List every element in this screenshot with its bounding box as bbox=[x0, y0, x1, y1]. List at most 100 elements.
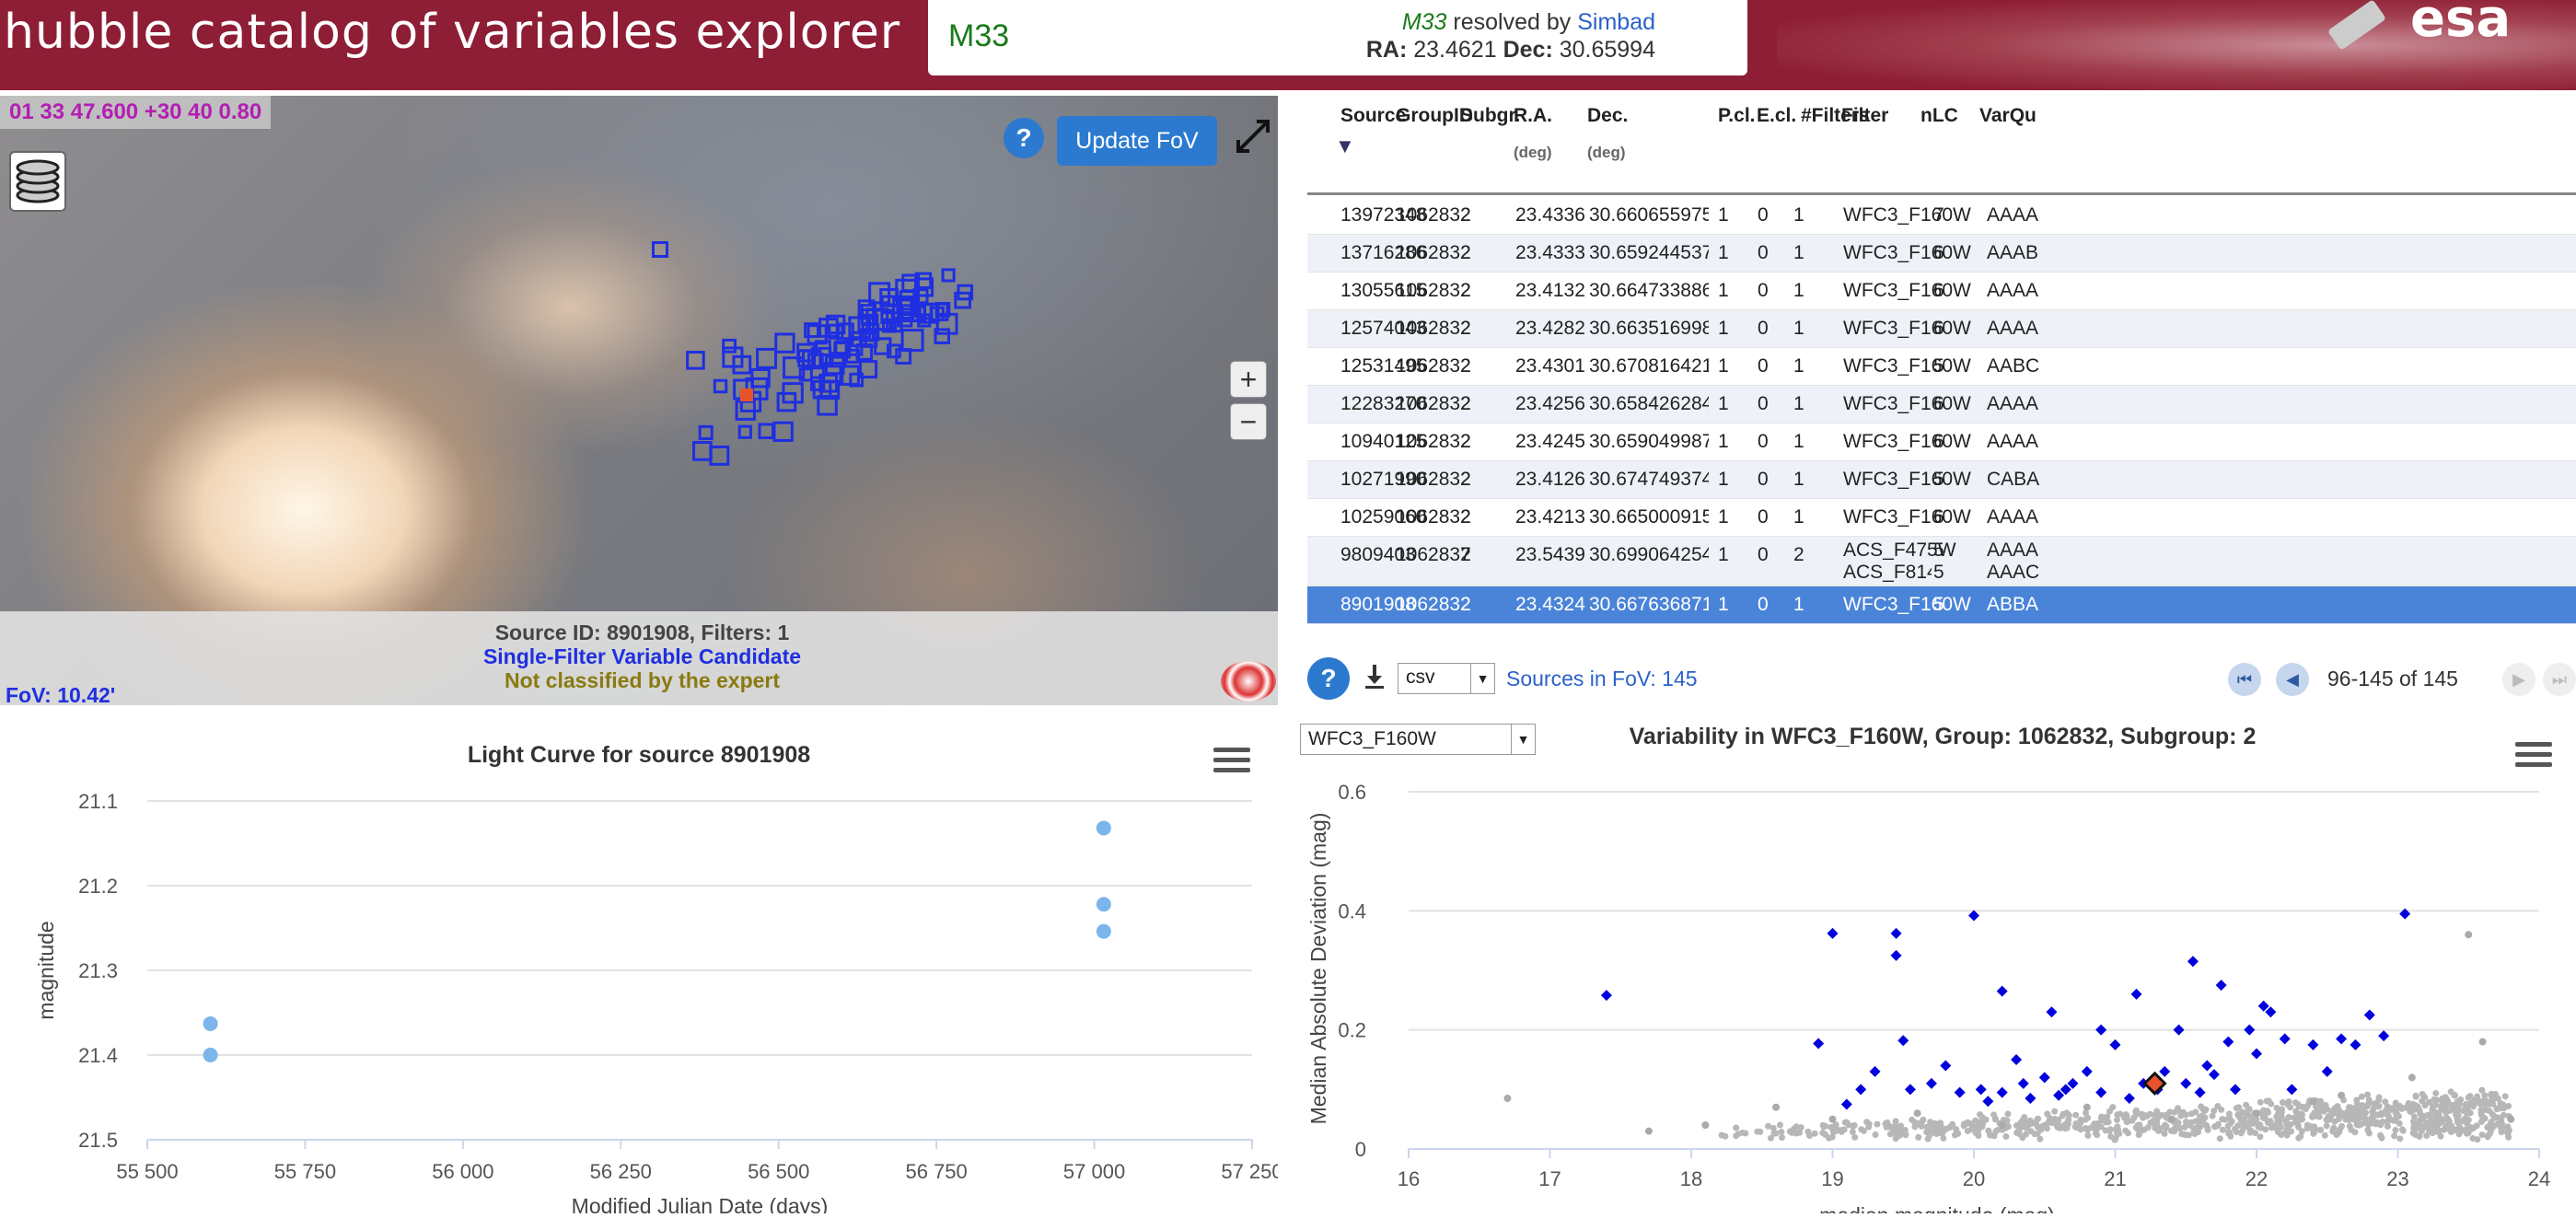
field-point bbox=[1923, 1129, 1931, 1136]
field-point bbox=[2002, 1132, 2010, 1140]
table-row[interactable]: 125740431062832223.428213119530.66351699… bbox=[1307, 310, 2576, 348]
variable-candidate-point bbox=[2251, 1048, 2262, 1060]
target-search-input[interactable] bbox=[948, 13, 1224, 59]
previous-page-button[interactable]: ◀ bbox=[2276, 663, 2309, 696]
help-icon[interactable]: ? bbox=[1004, 118, 1044, 158]
sources-in-fov-link[interactable]: Sources in FoV: 145 bbox=[1506, 667, 1698, 691]
variable-candidate-point bbox=[2279, 1033, 2291, 1045]
field-point bbox=[2382, 1098, 2389, 1106]
sky-view-panel[interactable]: 01 33 47.600 +30 40 0.80 ? Update FoV + … bbox=[0, 96, 1278, 705]
table-cell-filter: WFC3_F160W bbox=[1843, 594, 1971, 615]
field-point bbox=[2034, 1123, 2041, 1131]
field-point bbox=[1902, 1131, 1909, 1139]
update-fov-button[interactable]: Update FoV bbox=[1057, 116, 1217, 166]
fullscreen-icon[interactable] bbox=[1230, 116, 1276, 162]
field-point bbox=[2035, 1115, 2042, 1122]
field-point bbox=[2214, 1120, 2222, 1128]
table-row[interactable]: 130556151062832223.413206100530.66473388… bbox=[1307, 273, 2576, 310]
field-point bbox=[2493, 1106, 2501, 1113]
table-cell-nlc: 6 bbox=[1933, 318, 1944, 339]
table-row[interactable]: 89019081062832223.432477951030.667636871… bbox=[1307, 586, 2576, 624]
column-unit: (deg) bbox=[1514, 144, 1552, 161]
field-point bbox=[2257, 1098, 2264, 1106]
field-point bbox=[2004, 1110, 2012, 1118]
x-tick-label: 57 250 bbox=[1221, 1160, 1278, 1183]
column-header[interactable]: nLC bbox=[1920, 105, 1958, 127]
column-header[interactable]: Filter bbox=[1841, 105, 1888, 127]
table-row[interactable]: 102590601062832223.421388626130.66500091… bbox=[1307, 499, 2576, 537]
chart-menu-icon[interactable] bbox=[1213, 748, 1250, 775]
variable-candidate-point bbox=[2307, 1038, 2319, 1050]
column-header[interactable]: R.A. bbox=[1514, 105, 1552, 127]
x-tick-label: 20 bbox=[1963, 1167, 1985, 1190]
source-footprint bbox=[941, 268, 956, 283]
table-row[interactable]: 102719901062832223.412673950230.67474937… bbox=[1307, 461, 2576, 499]
table-help-icon[interactable]: ? bbox=[1307, 657, 1350, 700]
chart-menu-icon[interactable] bbox=[2515, 742, 2552, 770]
table-row[interactable]: 137162861062832223.433320999130.65924453… bbox=[1307, 235, 2576, 273]
field-point bbox=[2375, 1096, 2383, 1104]
filter-select[interactable]: WFC3_F160W ▼ bbox=[1300, 724, 1536, 755]
field-point bbox=[1722, 1132, 1729, 1140]
first-page-button[interactable]: ⏮ bbox=[2228, 663, 2261, 696]
last-page-button[interactable]: ⏭ bbox=[2543, 663, 2576, 696]
table-cell-ra: 23.4301815033 bbox=[1515, 355, 1585, 377]
table-cell-varqu: AAAA bbox=[1987, 318, 2039, 339]
variable-candidate-point bbox=[1869, 1065, 1881, 1077]
table-row[interactable]: 98094031062832723.543964386030.699064254… bbox=[1307, 537, 2576, 586]
column-header[interactable]: Subgr. bbox=[1460, 105, 1520, 127]
field-point bbox=[2243, 1112, 2250, 1119]
field-point bbox=[2112, 1126, 2119, 1133]
esasky-logo-icon[interactable] bbox=[1221, 661, 1276, 702]
source-footprint bbox=[737, 424, 752, 439]
field-point bbox=[1828, 1133, 1836, 1141]
table-row[interactable]: 109401251062832223.424577713030.65904998… bbox=[1307, 423, 2576, 461]
table-cell-ra: 23.4324779510 bbox=[1515, 594, 1585, 615]
selected-source-info: Source ID: 8901908, Filters: 1 Single-Fi… bbox=[0, 611, 1278, 705]
app-title: hubble catalog of variables explorer bbox=[4, 5, 901, 60]
zoom-in-button[interactable]: + bbox=[1230, 361, 1267, 398]
field-point bbox=[1850, 1122, 1857, 1130]
variable-candidate-point bbox=[1975, 1084, 1987, 1096]
variability-chart[interactable]: Variability in WFC3_F160W, Group: 106283… bbox=[1298, 718, 2576, 1218]
sort-descending-icon[interactable]: ▼ bbox=[1335, 134, 1355, 158]
field-point bbox=[1874, 1120, 1881, 1128]
source-table: ▼ Source GroupID Subgr. R.A. (deg) Dec. (deg) P… bbox=[1307, 96, 2576, 639]
field-point bbox=[2022, 1131, 2029, 1138]
field-point bbox=[2391, 1132, 2398, 1140]
variable-candidate-point bbox=[2159, 1065, 2171, 1077]
field-point bbox=[2408, 1073, 2416, 1082]
field-point bbox=[2469, 1125, 2477, 1132]
field-point bbox=[2385, 1115, 2393, 1122]
field-point bbox=[1891, 1122, 1898, 1130]
table-cell-pcl: 1 bbox=[1718, 544, 1729, 565]
zoom-out-button[interactable]: − bbox=[1230, 403, 1267, 440]
column-header[interactable]: VarQu bbox=[1979, 105, 2036, 127]
field-point bbox=[2044, 1110, 2051, 1118]
column-header[interactable]: E.cl. bbox=[1757, 105, 1796, 127]
column-header[interactable]: Dec. bbox=[1587, 105, 1628, 127]
data-point bbox=[203, 1015, 218, 1031]
table-cell-pcl: 1 bbox=[1718, 280, 1729, 301]
table-row[interactable]: 125314951062832223.430181503330.67081642… bbox=[1307, 348, 2576, 386]
download-format-select[interactable]: csv ▼ bbox=[1398, 663, 1495, 694]
column-header[interactable]: P.cl. bbox=[1718, 105, 1755, 127]
table-cell-filter: WFC3_F160W bbox=[1843, 242, 1971, 263]
field-point bbox=[2151, 1111, 2158, 1119]
table-cell-nlc: 5 bbox=[1933, 539, 1944, 561]
isolated-source-marker[interactable] bbox=[652, 241, 668, 258]
field-point bbox=[2423, 1123, 2431, 1131]
next-page-button[interactable]: ▶ bbox=[2502, 663, 2535, 696]
table-cell-ecl: 0 bbox=[1758, 594, 1769, 615]
field-point bbox=[2498, 1129, 2505, 1136]
field-point bbox=[2051, 1108, 2059, 1115]
layers-icon[interactable] bbox=[9, 151, 66, 212]
field-point bbox=[1960, 1120, 1967, 1128]
table-row[interactable]: 139723481062832223.433647155830.66065597… bbox=[1307, 197, 2576, 235]
table-row[interactable]: 122832701062832223.425661087030.65842628… bbox=[1307, 386, 2576, 423]
variable-candidate-point bbox=[1890, 927, 1902, 939]
light-curve-chart[interactable]: Light Curve for source 8901908 21.1 21.2 21… bbox=[0, 718, 1283, 1218]
resolver-service-link[interactable]: Simbad bbox=[1577, 9, 1655, 35]
download-icon[interactable] bbox=[1363, 663, 1387, 697]
x-tick-label: 22 bbox=[2245, 1167, 2268, 1190]
